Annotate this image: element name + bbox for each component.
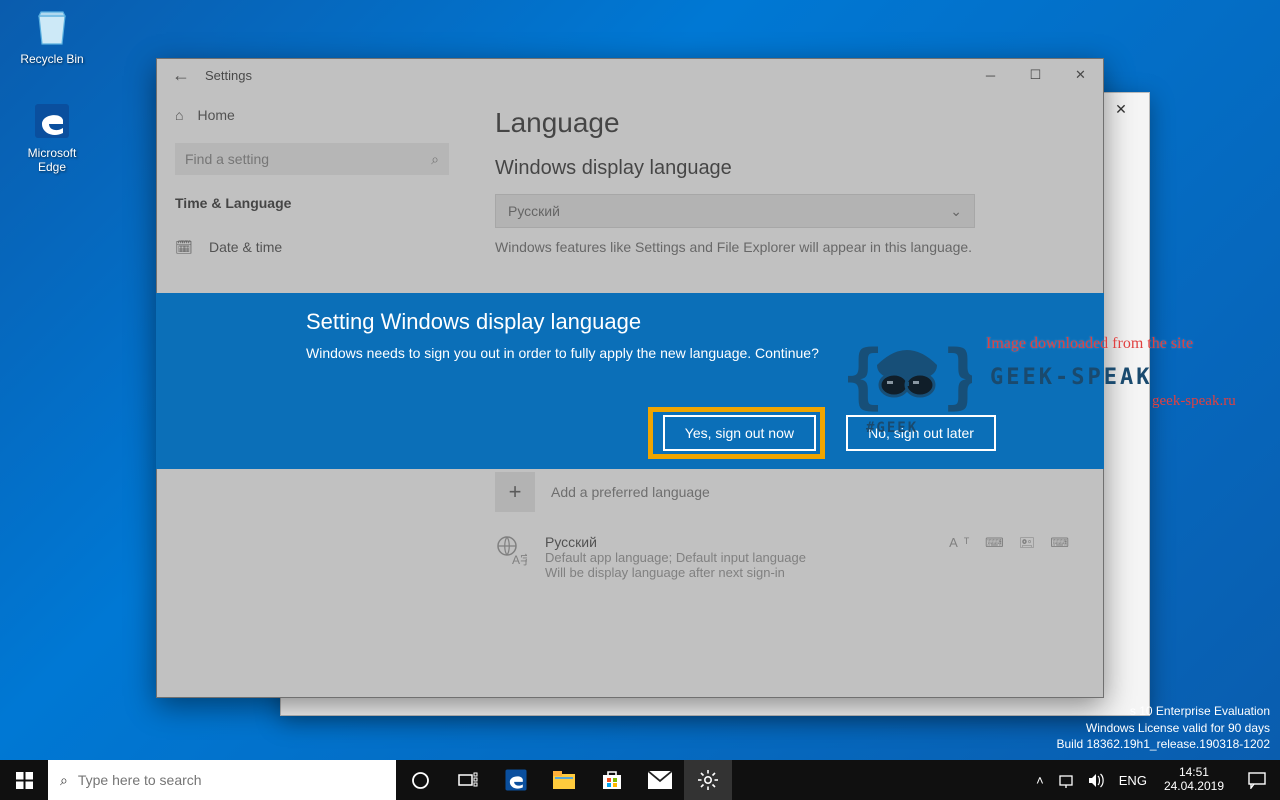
desktop-icon-edge[interactable]: Microsoft Edge (14, 100, 90, 174)
tray-clock[interactable]: 14:51 24.04.2019 (1154, 766, 1234, 794)
taskbar-app-explorer[interactable] (540, 760, 588, 800)
edge-icon (31, 100, 73, 142)
folder-icon (553, 771, 575, 789)
eval-line: s 10 Enterprise Evaluation (1056, 703, 1270, 719)
section-display-language: Windows display language (495, 157, 1075, 180)
chevron-down-icon: ⌄ (950, 203, 962, 220)
window-title: Settings (205, 68, 252, 83)
add-language-label: Add a preferred language (551, 484, 710, 500)
plus-icon: + (495, 472, 535, 512)
action-center-button[interactable] (1234, 772, 1280, 789)
recycle-bin-icon (31, 6, 73, 48)
store-icon (601, 769, 623, 791)
language-sub1: Default app language; Default input lang… (545, 550, 806, 565)
gear-icon (698, 770, 718, 790)
tray-network-icon[interactable] (1051, 760, 1081, 800)
eval-line: Build 18362.19h1_release.190318-1202 (1056, 736, 1270, 752)
svg-text:A字: A字 (512, 552, 527, 566)
back-button[interactable]: ← (157, 65, 205, 86)
eval-line: Windows License valid for 90 days (1056, 720, 1270, 736)
sidebar-home-label: Home (197, 107, 234, 123)
sidebar-home[interactable]: ⌂ Home (157, 95, 467, 135)
sidebar-item-datetime[interactable]: 🗓 Date & time (157, 227, 467, 267)
page-title: Language (495, 107, 1075, 139)
desktop-icon-label: Microsoft Edge (28, 146, 77, 174)
minimize-button[interactable]: ─ (968, 60, 1013, 90)
language-sub2: Will be display language after next sign… (545, 565, 806, 580)
modal-title: Setting Windows display language (306, 309, 954, 335)
windows-icon (16, 772, 33, 789)
task-view-button[interactable] (444, 760, 492, 800)
display-language-dropdown[interactable]: Русский ⌄ (495, 194, 975, 228)
dropdown-value: Русский (508, 203, 560, 219)
search-icon: ⌕ (60, 772, 68, 789)
modal-text: Windows needs to sign you out in order t… (306, 345, 954, 361)
tray-language[interactable]: ENG (1112, 760, 1154, 800)
task-view-icon (458, 772, 478, 788)
taskbar-search-input[interactable] (78, 772, 384, 788)
cortana-button[interactable] (396, 760, 444, 800)
desktop-watermark: s 10 Enterprise Evaluation Windows Licen… (1056, 703, 1270, 752)
close-button[interactable]: ✕ (1058, 60, 1103, 90)
desktop-icon-recycle-bin[interactable]: Recycle Bin (14, 6, 90, 66)
yes-signout-button[interactable]: Yes, sign out now (663, 415, 816, 451)
home-icon: ⌂ (175, 107, 183, 123)
sidebar-category: Time & Language (157, 191, 467, 227)
cortana-icon (411, 771, 430, 790)
network-icon (1058, 772, 1074, 788)
system-tray: ˄ ENG 14:51 24.04.2019 (1029, 760, 1280, 800)
tray-time: 14:51 (1164, 766, 1224, 780)
close-button[interactable]: ✕ (1101, 95, 1141, 123)
no-signout-later-button[interactable]: No, sign out later (846, 415, 996, 451)
taskbar-app-mail[interactable] (636, 760, 684, 800)
language-capabilities: Aᵀ ⌨ 🖭 ⌨ (949, 534, 1075, 556)
edge-icon (503, 767, 529, 793)
search-input[interactable] (185, 151, 431, 167)
taskbar: ⌕ (0, 760, 1280, 800)
display-language-desc: Windows features like Settings and File … (495, 238, 1055, 257)
taskbar-app-edge[interactable] (492, 760, 540, 800)
taskbar-app-settings[interactable] (684, 760, 732, 800)
language-name: Русский (545, 534, 806, 550)
mail-icon (648, 771, 672, 789)
tray-overflow[interactable]: ˄ (1029, 760, 1051, 800)
calendar-icon: 🗓 (175, 239, 193, 256)
settings-titlebar: ← Settings ─ ☐ ✕ (157, 59, 1103, 91)
tray-date: 24.04.2019 (1164, 780, 1224, 794)
taskbar-search[interactable]: ⌕ (48, 760, 396, 800)
signout-modal: Setting Windows display language Windows… (156, 293, 1104, 469)
add-language-button[interactable]: + Add a preferred language (495, 472, 1075, 512)
volume-icon (1088, 773, 1105, 788)
maximize-button[interactable]: ☐ (1013, 60, 1058, 90)
desktop-icon-label: Recycle Bin (20, 52, 83, 66)
language-icon: A字 (495, 534, 527, 566)
notification-icon (1248, 772, 1266, 789)
language-row[interactable]: A字 Русский Default app language; Default… (495, 534, 1075, 580)
tray-volume-icon[interactable] (1081, 760, 1112, 800)
sidebar-search[interactable]: ⌕ (175, 143, 449, 175)
taskbar-app-store[interactable] (588, 760, 636, 800)
watermark-line3: geek-speak.ru (1152, 393, 1236, 410)
sidebar-item-label: Date & time (209, 239, 282, 255)
start-button[interactable] (0, 760, 48, 800)
search-icon: ⌕ (431, 151, 439, 168)
